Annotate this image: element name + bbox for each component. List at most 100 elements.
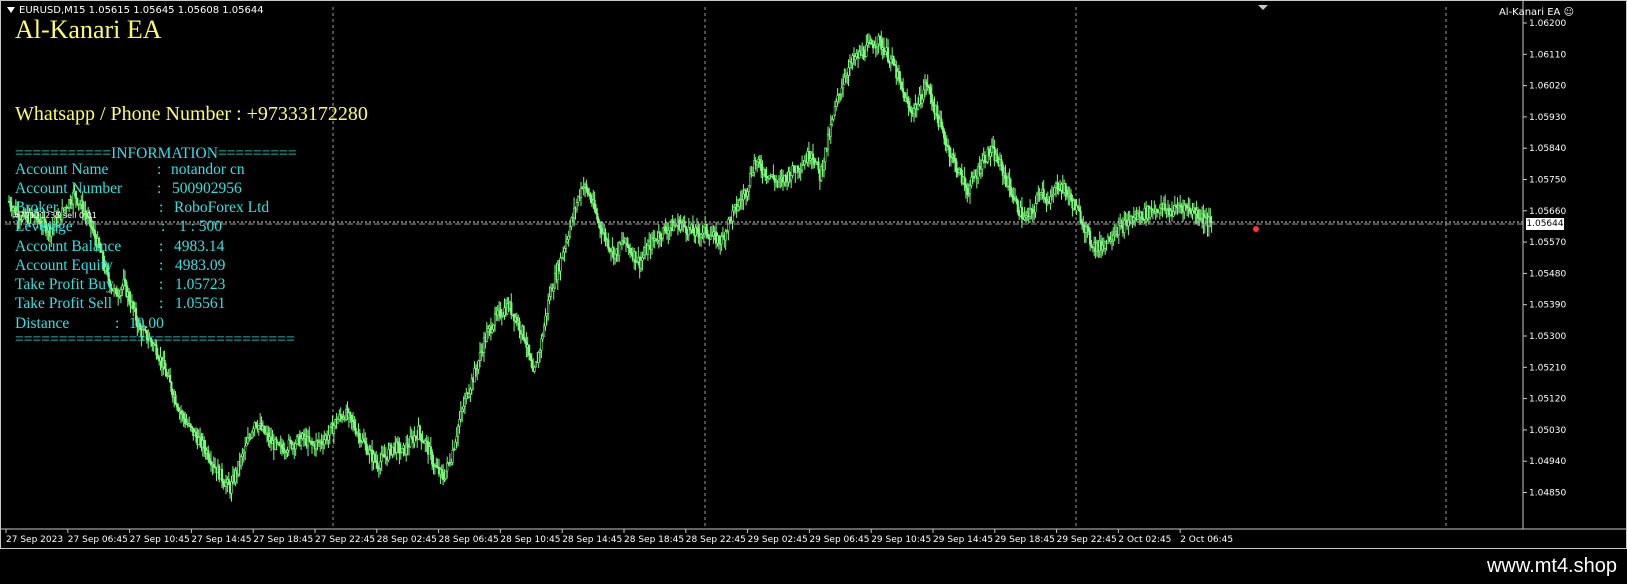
candle-body	[542, 325, 546, 337]
candle-body	[1112, 235, 1115, 241]
candle-body	[907, 101, 910, 108]
candle-body	[952, 154, 955, 159]
candle-body	[257, 425, 260, 430]
candle-body	[618, 242, 621, 256]
candle-body	[892, 56, 895, 65]
candle-body	[878, 35, 881, 40]
candle-body	[593, 199, 596, 210]
candle-body	[790, 175, 793, 181]
candle-body	[358, 433, 361, 443]
ea-contact: Whatsapp / Phone Number : +97333172280	[15, 103, 368, 125]
candle-body	[886, 47, 890, 62]
candle-body	[544, 315, 547, 327]
candle-body	[925, 82, 928, 86]
candle-body	[830, 119, 834, 125]
candle-body	[491, 328, 494, 333]
info-bottom-border: ================================	[15, 331, 295, 348]
candle-body	[792, 165, 795, 172]
candle-body	[93, 230, 97, 239]
candle-body	[755, 161, 759, 166]
info-row: Account Number:500902956	[15, 180, 242, 198]
candle-body	[596, 213, 599, 220]
candle-body	[900, 81, 903, 89]
candle-body	[720, 236, 723, 245]
info-row: Account Balance:4983.14	[15, 238, 224, 256]
candle-body	[477, 360, 480, 370]
candle-body	[953, 158, 957, 162]
candle-body	[764, 169, 767, 177]
candle-body	[634, 251, 637, 263]
candle-body	[230, 481, 233, 494]
chart-window[interactable]: 1.06200 1.06110 1.06020 1.05930 1.05840 1.057…	[0, 0, 1627, 549]
candle-body	[308, 436, 311, 442]
candle-body	[527, 344, 531, 356]
candle-body	[548, 296, 551, 301]
x-tick-label: 27 Sep 22:45	[315, 535, 375, 545]
candle-body	[115, 289, 118, 297]
candle-body	[1008, 177, 1011, 188]
candle-body	[822, 161, 826, 171]
info-row-label: Account Name	[15, 161, 109, 178]
info-row: Leverage:1 : 500	[15, 218, 222, 236]
ea-title: Al-Kanari EA	[15, 15, 162, 44]
candle-body	[12, 207, 15, 211]
candle-body	[353, 421, 356, 429]
candle-body	[932, 102, 935, 107]
candle-body	[942, 130, 946, 139]
candle-body	[736, 206, 740, 211]
candle-body	[263, 425, 266, 434]
candle-body	[1210, 221, 1213, 224]
candle-body	[444, 470, 447, 480]
candle-body	[746, 191, 749, 197]
dropdown-triangle-icon[interactable]	[7, 7, 15, 13]
candle-body	[738, 200, 741, 207]
candle-body	[538, 349, 542, 353]
candle-body	[189, 423, 192, 427]
candle-body	[854, 56, 857, 61]
candle-body	[164, 368, 168, 377]
candle-body	[467, 393, 471, 398]
candle-body	[499, 308, 502, 317]
y-tick-label: 1.04940	[1529, 457, 1566, 467]
info-row-separator: :	[159, 238, 164, 255]
candle-body	[485, 331, 488, 342]
info-row-label: Leverage	[15, 218, 73, 235]
expert-advisor-badge[interactable]: Al-Kanari EA ☺	[1499, 7, 1574, 18]
x-tick-label: 28 Sep 02:45	[377, 535, 437, 545]
candle-body	[702, 226, 705, 234]
candle-body	[163, 359, 166, 370]
candle-body	[250, 431, 254, 438]
info-row-value: 1.05723	[175, 276, 226, 293]
candle-body	[843, 76, 846, 85]
candle-body	[579, 187, 583, 198]
price-chart[interactable]: 1.06200 1.06110 1.06020 1.05930 1.05840 1.057…	[1, 1, 1627, 550]
candle-body	[391, 446, 394, 455]
candle-body	[175, 403, 179, 408]
candle-body	[706, 234, 709, 238]
candle-body	[940, 118, 943, 127]
candle-body	[123, 278, 127, 283]
candle-body	[365, 443, 368, 455]
x-tick-label: 27 Sep 10:45	[130, 535, 190, 545]
candle-body	[454, 441, 457, 450]
candle-body	[1117, 225, 1120, 236]
candle-body	[420, 433, 423, 442]
candle-body	[456, 425, 460, 437]
chart-gridlines	[332, 7, 1447, 528]
candle-body	[493, 313, 497, 326]
chart-shift-marker-icon[interactable]	[1258, 5, 1268, 10]
candle-body	[1049, 196, 1052, 204]
y-tick-label: 1.04850	[1529, 489, 1566, 499]
x-tick-label: 29 Sep 22:45	[1057, 535, 1117, 545]
candle-body	[170, 381, 173, 392]
candle-body	[1020, 206, 1023, 219]
candle-body	[568, 226, 572, 237]
candle-body	[899, 78, 902, 83]
candle-body	[800, 165, 804, 171]
candle-body	[182, 413, 185, 419]
candle-body	[664, 226, 667, 232]
candle-body	[639, 259, 643, 269]
x-tick-label: 27 Sep 18:45	[253, 535, 313, 545]
candle-body	[455, 435, 458, 443]
candle-body	[91, 226, 94, 230]
